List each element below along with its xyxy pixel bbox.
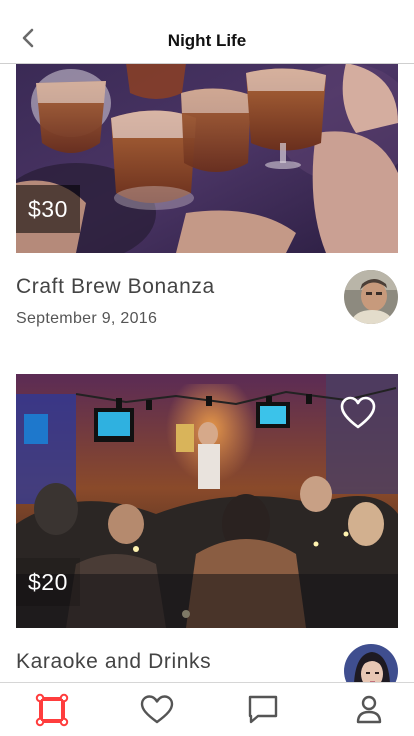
tab-profile[interactable]	[351, 693, 387, 727]
price-badge: $20	[16, 558, 80, 606]
event-photo[interactable]: $20	[16, 374, 398, 628]
man-portrait-avatar	[344, 270, 398, 324]
host-avatar[interactable]	[344, 644, 398, 682]
page-title: Night Life	[167, 31, 247, 50]
event-card[interactable]: $30 Craft Brew Bonanza September 9, 2016	[16, 64, 398, 327]
price-badge: $30	[16, 185, 80, 233]
heart-outline-icon	[340, 396, 376, 429]
woman-portrait-avatar	[344, 644, 398, 682]
heart-icon	[140, 695, 174, 724]
bottom-tab-bar	[0, 682, 414, 736]
favorite-button[interactable]	[340, 396, 376, 430]
chat-bubble-icon	[248, 695, 278, 724]
event-photo[interactable]: $30	[16, 64, 398, 253]
tab-messages[interactable]	[245, 693, 281, 727]
event-title[interactable]: Karaoke and Drinks	[16, 650, 211, 674]
event-title[interactable]: Craft Brew Bonanza	[16, 275, 215, 299]
tab-explore[interactable]	[34, 693, 70, 727]
person-icon	[356, 695, 382, 724]
host-avatar[interactable]	[344, 270, 398, 324]
tab-favorites[interactable]	[139, 693, 175, 727]
event-card[interactable]: $20 Karaoke and Drinks	[16, 374, 398, 682]
top-navigation-bar: Night Life	[0, 0, 414, 64]
event-feed[interactable]: $30 Craft Brew Bonanza September 9, 2016	[0, 64, 414, 682]
event-date: September 9, 2016	[16, 310, 158, 327]
explore-grid-icon	[35, 693, 69, 727]
